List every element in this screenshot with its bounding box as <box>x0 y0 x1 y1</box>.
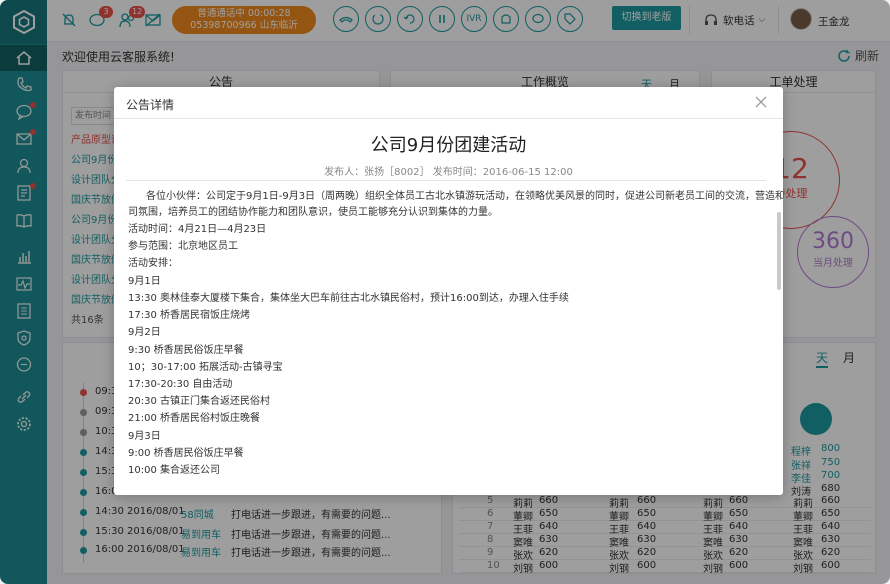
announcement-paragraph: 9:00 桥香居民俗饭庄早餐 <box>128 448 244 459</box>
announcement-paragraph: 17:30-20:30 自由活动 <box>128 379 233 390</box>
announcement-paragraph: 10:00 集合返还公司 <box>128 465 220 476</box>
divider <box>126 180 766 181</box>
modal-body[interactable]: 公司9月份团建活动 发布人：张扬［8002］ 发布时间：2016-06-15 1… <box>114 120 783 495</box>
announcement-paragraph: 17:30 桥香居民宿饭庄烧烤 <box>128 310 250 321</box>
announcement-paragraph: 活动安排： <box>128 258 178 269</box>
announcement-paragraph: 司氛围，培养员工的团结协作能力和团队意识，使员工能够充分认识到集体的力量。 <box>128 207 498 218</box>
announcement-paragraph: 各位小伙伴：公司定于9月1日-9月3日（周两晚）组织全体员工古北水镇游玩活动，在… <box>146 191 783 202</box>
announcement-paragraph: 活动时间：4月21日—4月23日 <box>128 224 267 235</box>
announcement-meta: 发布人：张扬［8002］ 发布时间：2016-06-15 12:00 <box>324 167 573 178</box>
close-icon[interactable] <box>753 94 769 110</box>
announcement-paragraph: 10；30-17:00 拓展活动-古镇寻宝 <box>128 362 283 373</box>
announcement-detail-modal: 公告详情 公司9月份团建活动 发布人：张扬［8002］ 发布时间：2016-06… <box>114 87 783 495</box>
announcement-paragraph: 20:30 古镇正门集合返还民俗村 <box>128 396 270 407</box>
announcement-paragraph: 13:30 奥林佳泰大厦楼下集合，集体坐大巴车前往古北水镇民俗村，预计16:00… <box>128 293 569 304</box>
announcement-paragraph: 9月2日 <box>128 327 161 338</box>
announcement-paragraph: 21:00 桥香居民俗村饭庄晚餐 <box>128 413 260 424</box>
modal-title: 公告详情 <box>126 98 175 112</box>
modal-header: 公告详情 <box>114 87 783 119</box>
announcement-paragraph: 参与范围：北京地区员工 <box>128 241 238 252</box>
announcement-title: 公司9月份团建活动 <box>370 135 527 156</box>
app-window: 3 12 普通通话中 00:00:28 05398700966 山东临沂 IVR… <box>0 0 890 584</box>
announcement-paragraph: 9月3日 <box>128 431 161 442</box>
announcement-paragraph: 9:30 桥香居民俗饭庄早餐 <box>128 345 244 356</box>
announcement-paragraph: 9月1日 <box>128 276 161 287</box>
scrollbar[interactable] <box>777 212 781 290</box>
